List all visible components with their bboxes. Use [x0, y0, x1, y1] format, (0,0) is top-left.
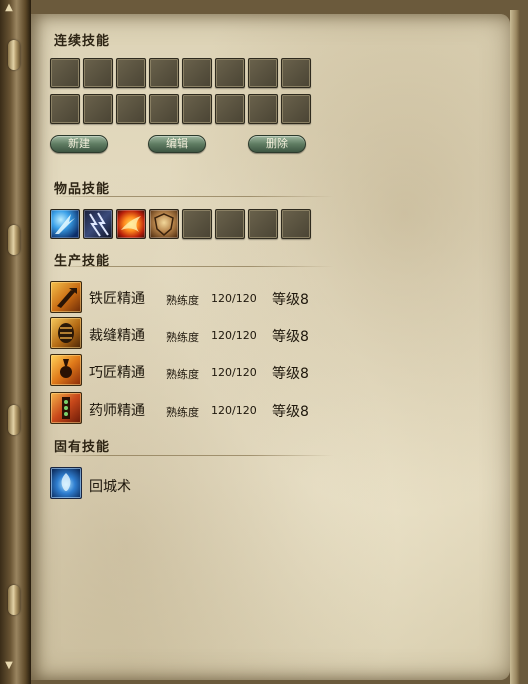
combo-skills-title: 连续技能	[54, 34, 111, 49]
combo-slot[interactable]	[215, 94, 245, 124]
skill-name: 裁缝精通	[89, 328, 145, 344]
proficiency-label: 熟练度	[166, 406, 199, 419]
section-divider	[54, 455, 334, 456]
golden-shield-icon[interactable]	[149, 209, 179, 239]
binding-ring	[8, 585, 20, 615]
binding-ring	[8, 405, 20, 435]
town-portal-icon[interactable]	[50, 467, 82, 499]
skill-level: 等级8	[272, 404, 309, 420]
item-skills-title: 物品技能	[54, 182, 111, 197]
proficiency-value: 120/120	[211, 329, 257, 342]
proficiency-value: 120/120	[211, 404, 257, 417]
binding-ring	[8, 40, 20, 70]
fire-phoenix-icon[interactable]	[116, 209, 146, 239]
lightning-claw-icon[interactable]	[83, 209, 113, 239]
combo-slot[interactable]	[248, 58, 278, 88]
section-divider	[54, 266, 334, 267]
combo-slot[interactable]	[116, 58, 146, 88]
artisan-icon[interactable]	[50, 354, 82, 386]
innate-skills-title: 固有技能	[54, 440, 111, 455]
combo-slot[interactable]	[281, 94, 311, 124]
new-combo-button[interactable]: 新建	[50, 135, 108, 153]
book-binding: ▲ ▼	[0, 0, 31, 684]
delete-combo-button[interactable]: 删除	[248, 135, 306, 153]
combo-slot[interactable]	[83, 94, 113, 124]
combo-slot[interactable]	[248, 94, 278, 124]
skill-level: 等级8	[272, 329, 309, 345]
tailor-icon[interactable]	[50, 317, 82, 349]
edit-combo-button[interactable]: 编辑	[148, 135, 206, 153]
skill-name: 巧匠精通	[89, 365, 145, 381]
blacksmith-icon[interactable]	[50, 281, 82, 313]
section-divider	[54, 196, 334, 197]
skill-level: 等级8	[272, 366, 309, 382]
combo-slot[interactable]	[116, 94, 146, 124]
ice-spike-icon[interactable]	[50, 209, 80, 239]
proficiency-value: 120/120	[211, 366, 257, 379]
binding-ring	[8, 225, 20, 255]
item-skill-slot[interactable]	[215, 209, 245, 239]
proficiency-value: 120/120	[211, 292, 257, 305]
item-skill-slot[interactable]	[281, 209, 311, 239]
item-skill-slot[interactable]	[182, 209, 212, 239]
combo-slot[interactable]	[149, 58, 179, 88]
skill-name: 药师精通	[89, 403, 145, 419]
skill-name: 回城术	[89, 479, 131, 495]
combo-slot[interactable]	[50, 58, 80, 88]
scroll-up-icon[interactable]: ▲	[2, 2, 16, 14]
scroll-down-icon[interactable]: ▼	[2, 660, 16, 672]
skill-level: 等级8	[272, 292, 309, 308]
page-edge	[510, 10, 520, 684]
combo-slot[interactable]	[83, 58, 113, 88]
proficiency-label: 熟练度	[166, 368, 199, 381]
combo-slot[interactable]	[182, 94, 212, 124]
combo-slot[interactable]	[50, 94, 80, 124]
combo-slot[interactable]	[182, 58, 212, 88]
combo-slot[interactable]	[215, 58, 245, 88]
combo-slot[interactable]	[281, 58, 311, 88]
proficiency-label: 熟练度	[166, 331, 199, 344]
alchemist-icon[interactable]	[50, 392, 82, 424]
skill-name: 铁匠精通	[89, 291, 145, 307]
combo-slot[interactable]	[149, 94, 179, 124]
item-skill-slot[interactable]	[248, 209, 278, 239]
proficiency-label: 熟练度	[166, 294, 199, 307]
